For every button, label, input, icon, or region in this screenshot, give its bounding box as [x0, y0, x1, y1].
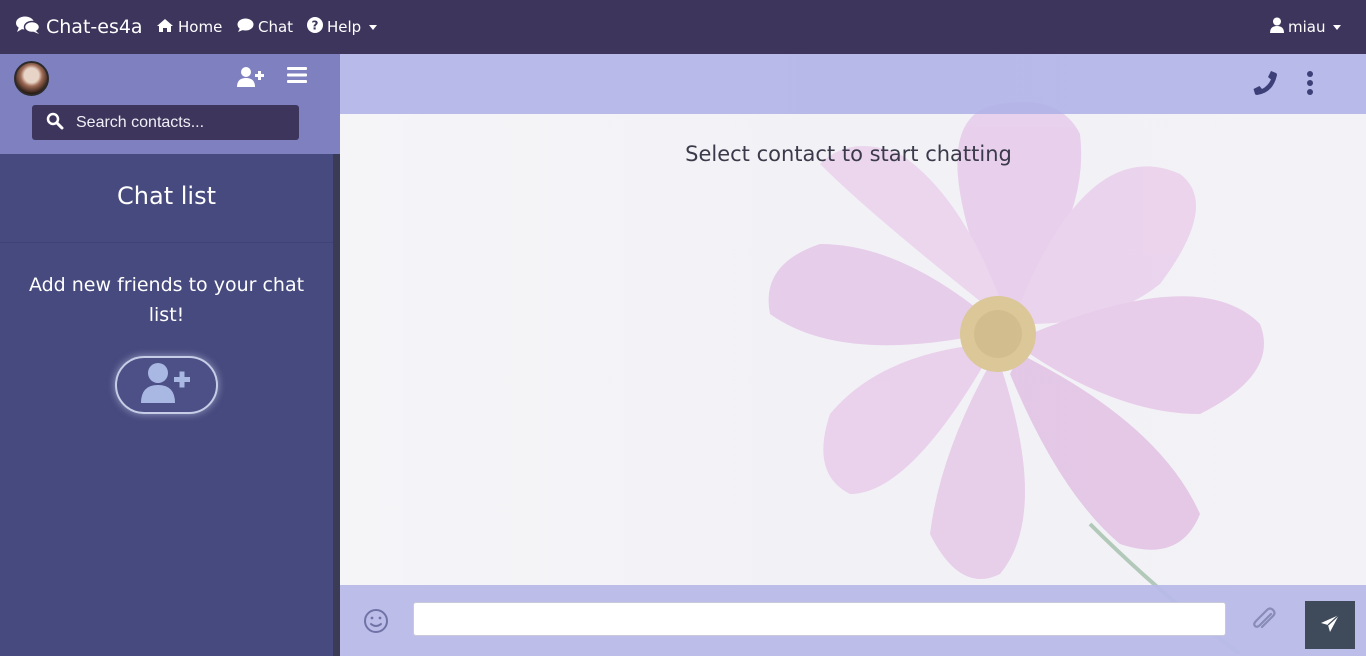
- call-button[interactable]: [1252, 70, 1278, 100]
- chat-panel: Select contact to start chatting: [340, 54, 1366, 656]
- smile-icon: [362, 609, 390, 639]
- ellipsis-vertical-icon: [1306, 70, 1314, 100]
- chat-list-title: Chat list: [117, 182, 216, 210]
- flower-background-image: [760, 94, 1280, 656]
- nav-chat[interactable]: Chat: [237, 16, 293, 38]
- search-icon: [32, 112, 76, 134]
- menu-button[interactable]: [287, 66, 307, 88]
- chat-header: [340, 54, 1366, 114]
- user-icon: [1270, 17, 1288, 37]
- more-options-button[interactable]: [1306, 70, 1314, 100]
- add-friend-button[interactable]: [115, 356, 218, 414]
- user-plus-icon: [140, 362, 193, 408]
- add-contact-button[interactable]: [237, 66, 265, 92]
- nav-home-label: Home: [178, 18, 223, 36]
- nav-help-label: Help: [327, 18, 362, 36]
- search-box: [32, 105, 299, 140]
- question-circle-icon: ?: [307, 17, 327, 37]
- paper-plane-icon: [1320, 614, 1340, 637]
- comments-icon: [16, 15, 46, 40]
- select-contact-prompt: Select contact to start chatting: [685, 142, 1012, 166]
- nav-chat-label: Chat: [258, 18, 294, 36]
- message-composer: [340, 585, 1366, 656]
- home-icon: [156, 18, 178, 37]
- brand-name: Chat-es4a: [46, 16, 143, 38]
- avatar[interactable]: [14, 61, 49, 96]
- search-input[interactable]: [76, 113, 276, 132]
- sidebar: Chat list Add new friends to your chat l…: [0, 54, 340, 656]
- user-menu-dropdown[interactable]: miau: [1270, 16, 1342, 38]
- chevron-down-icon: [1333, 24, 1342, 30]
- user-plus-icon: [237, 66, 265, 92]
- message-input[interactable]: [413, 602, 1226, 636]
- nav-home[interactable]: Home: [156, 16, 222, 38]
- bars-icon: [287, 66, 307, 88]
- svg-text:?: ?: [312, 19, 319, 33]
- comment-icon: [237, 18, 258, 37]
- brand-link[interactable]: Chat-es4a: [16, 14, 143, 40]
- divider: [0, 242, 333, 243]
- user-name: miau: [1288, 18, 1326, 36]
- attach-button[interactable]: [1251, 606, 1277, 638]
- send-button[interactable]: [1305, 601, 1355, 649]
- empty-chat-list-message: Add new friends to your chat list!: [28, 274, 305, 326]
- sidebar-scrollbar[interactable]: [333, 154, 340, 656]
- nav-help-dropdown[interactable]: ? Help: [307, 16, 378, 38]
- chevron-down-icon: [369, 24, 378, 30]
- phone-icon: [1252, 70, 1278, 100]
- top-navbar: Chat-es4a Home Chat ? Help miau: [0, 0, 1366, 54]
- emoji-button[interactable]: [362, 607, 390, 639]
- paperclip-icon: [1251, 607, 1277, 638]
- sidebar-header: [0, 54, 340, 154]
